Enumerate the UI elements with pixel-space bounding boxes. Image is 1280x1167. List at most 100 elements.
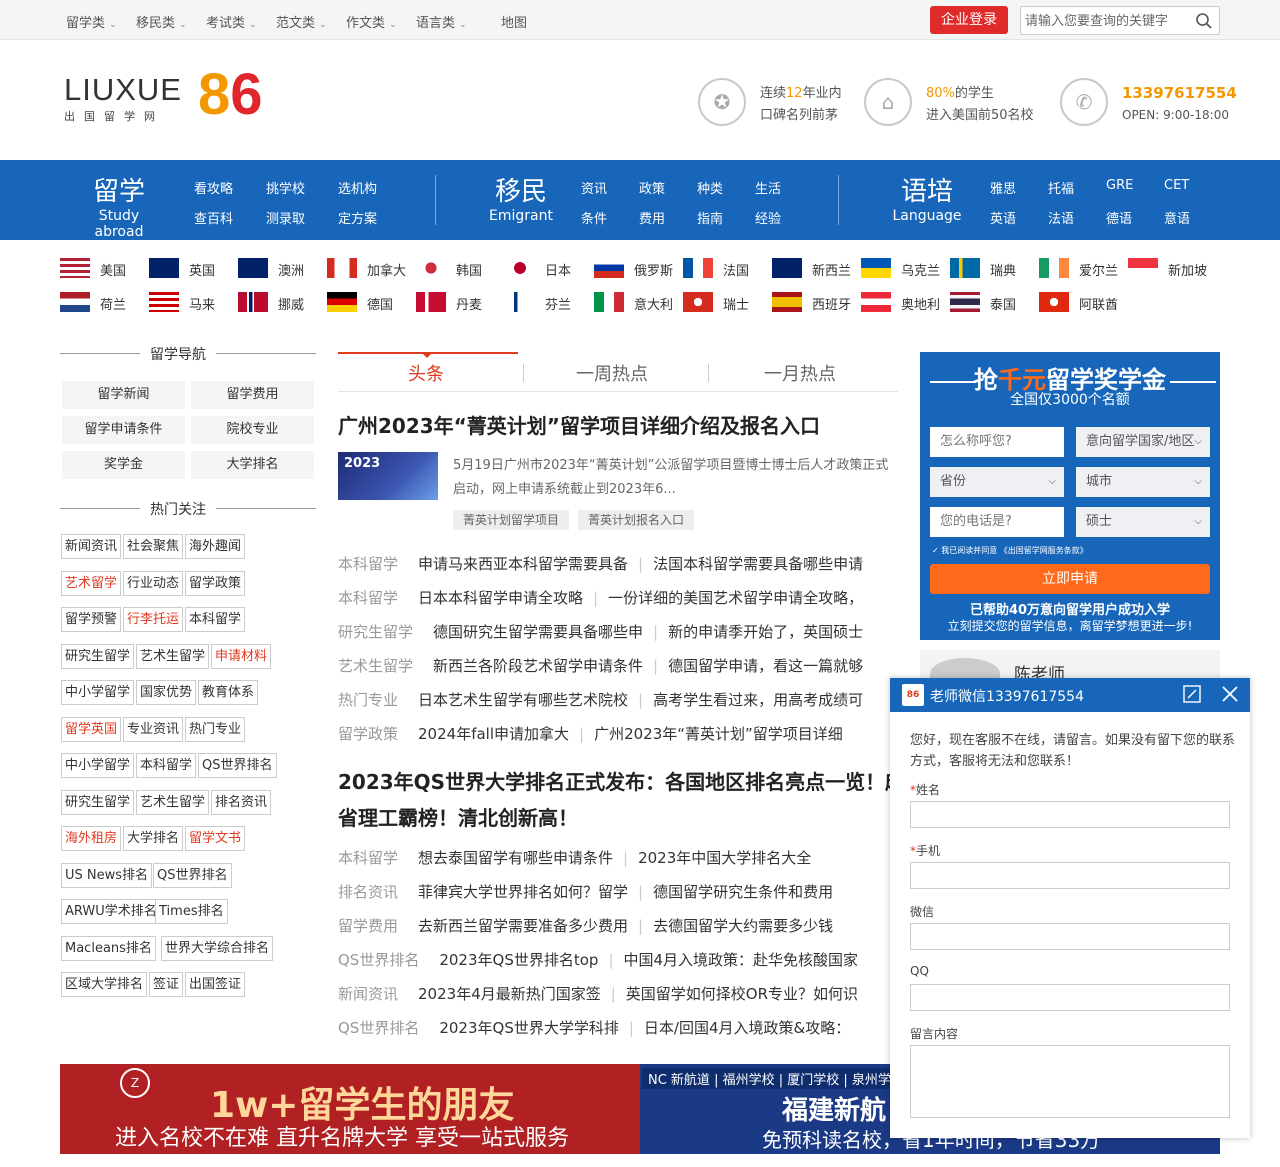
hot-tag[interactable]: 研究生留学 <box>61 644 135 669</box>
nav-link[interactable]: 经验 <box>755 208 781 227</box>
hot-tag[interactable]: 教育体系 <box>198 680 259 705</box>
chat-qq-input[interactable] <box>910 984 1230 1011</box>
nav-link[interactable]: 种类 <box>697 178 723 197</box>
nav-link[interactable]: 雅思 <box>990 178 1016 197</box>
country-link[interactable]: 丹麦 <box>416 292 502 314</box>
country-link[interactable]: 奥地利 <box>861 292 947 314</box>
news-link[interactable]: 去新西兰留学需要准备多少费用 <box>418 917 628 935</box>
country-link[interactable]: 爱尔兰 <box>1039 258 1125 280</box>
news-link[interactable]: 广州2023年“菁英计划”留学项目详细 <box>594 725 843 743</box>
hot-tag[interactable]: 留学文书 <box>185 826 246 851</box>
news-link[interactable]: 想去泰国留学有哪些申请条件 <box>418 849 613 867</box>
chat-phone-input[interactable] <box>910 862 1230 889</box>
hot-tag[interactable]: 艺术生留学 <box>136 644 210 669</box>
hot-tag[interactable]: ARWU学术排名 <box>61 899 161 924</box>
nav-link[interactable]: 资讯 <box>581 178 607 197</box>
nav-exam[interactable]: 考试类 ⌄ <box>206 12 257 31</box>
country-link[interactable]: 挪威 <box>238 292 324 314</box>
nav-link[interactable]: 意语 <box>1164 208 1190 227</box>
headline-link[interactable]: 广州2023年“菁英计划”留学项目详细介绍及报名入口 <box>338 410 898 439</box>
tab-headlines[interactable]: 头条 <box>408 360 444 386</box>
hot-tag[interactable]: 热门专业 <box>185 717 246 742</box>
nav-link[interactable]: 托福 <box>1048 178 1074 197</box>
country-link[interactable]: 英国 <box>149 258 235 280</box>
country-link[interactable]: 加拿大 <box>327 258 413 280</box>
maximize-icon[interactable] <box>1182 684 1202 704</box>
category-emigrant[interactable]: 移民 Emigrant <box>480 176 562 224</box>
news-link[interactable]: 日本/回国4月入境政策&攻略： <box>644 1019 850 1037</box>
nav-link[interactable]: 测录取 <box>266 208 305 227</box>
headline-link[interactable]: 2023年QS世界大学排名正式发布：各国地区排名亮点一览！麻 <box>338 766 890 795</box>
country-link[interactable]: 荷兰 <box>60 292 146 314</box>
news-link[interactable]: 去德国留学大约需要多少钱 <box>653 917 833 935</box>
news-link[interactable]: 新西兰各阶段艺术留学申请条件 <box>433 657 643 675</box>
country-link[interactable]: 韩国 <box>416 258 502 280</box>
hot-tag[interactable]: 国家优势 <box>136 680 197 705</box>
nav-link[interactable]: 定方案 <box>338 208 377 227</box>
country-link[interactable]: 德国 <box>327 292 413 314</box>
news-tag[interactable]: 菁英计划报名入口 <box>578 510 695 530</box>
enterprise-login-button[interactable]: 企业登录 <box>930 6 1008 34</box>
leftnav-link[interactable]: 奖学金 <box>62 451 185 479</box>
hot-tag[interactable]: 艺术留学 <box>61 571 122 596</box>
ad-banner-left[interactable]: Z 1w+留学生的朋友 进入名校不在难 直升名牌大学 享受一站式服务 <box>60 1064 640 1154</box>
phone-number[interactable]: 13397617554 <box>1122 84 1237 102</box>
nav-language[interactable]: 语言类 ⌄ <box>416 12 467 31</box>
nav-link[interactable]: 挑学校 <box>266 178 305 197</box>
news-link[interactable]: 德国留学申请，看这一篇就够 <box>668 657 863 675</box>
news-link[interactable]: 一份详细的美国艺术留学申请全攻略， <box>608 589 863 607</box>
news-thumbnail[interactable]: 2023 <box>338 452 438 500</box>
chat-message-textarea[interactable] <box>910 1045 1230 1118</box>
news-link[interactable]: 中国4月入境政策：赴华免核酸国家 <box>624 951 859 969</box>
nav-link[interactable]: 生活 <box>755 178 781 197</box>
country-link[interactable]: 日本 <box>505 258 591 280</box>
news-link[interactable]: 申请马来西亚本科留学需要具备 <box>418 555 628 573</box>
nav-link[interactable]: 德语 <box>1106 208 1132 227</box>
nav-link[interactable]: CET <box>1164 178 1189 193</box>
leftnav-link[interactable]: 大学排名 <box>191 451 314 479</box>
category-study[interactable]: 留学 Study abroad <box>74 176 164 240</box>
news-link[interactable]: 德国研究生留学需要具备哪些申 <box>433 623 643 641</box>
hot-tag[interactable]: 排名资讯 <box>211 790 272 815</box>
news-category[interactable]: 留学费用 <box>338 915 398 936</box>
news-category[interactable]: 排名资讯 <box>338 881 398 902</box>
news-link[interactable]: 2024年fall申请加拿大 <box>418 725 569 743</box>
nav-link[interactable]: 英语 <box>990 208 1016 227</box>
news-category[interactable]: 本科留学 <box>338 587 398 608</box>
hot-tag[interactable]: 艺术生留学 <box>136 790 210 815</box>
search-icon[interactable] <box>1195 12 1213 30</box>
nav-link[interactable]: 指南 <box>697 208 723 227</box>
nav-study[interactable]: 留学类 ⌄ <box>66 12 117 31</box>
hot-tag[interactable]: 行李托运 <box>123 607 184 632</box>
nav-link[interactable]: 查百科 <box>194 208 233 227</box>
news-link[interactable]: 日本艺术生留学有哪些艺术院校 <box>418 691 628 709</box>
hot-tag[interactable]: QS世界排名 <box>153 863 232 888</box>
nav-link[interactable]: 法语 <box>1048 208 1074 227</box>
news-category[interactable]: 留学政策 <box>338 723 398 744</box>
news-category[interactable]: 新闻资讯 <box>338 983 398 1004</box>
nav-link[interactable]: 看攻略 <box>194 178 233 197</box>
degree-select[interactable]: 硕士 ⌵ <box>1076 507 1210 537</box>
headline-link[interactable]: 省理工霸榜！清北创新高！ <box>338 802 890 831</box>
name-input[interactable]: 怎么称呼您? <box>930 427 1064 457</box>
country-link[interactable]: 马来 <box>149 292 235 314</box>
country-link[interactable]: 阿联酋 <box>1039 292 1125 314</box>
leftnav-link[interactable]: 留学申请条件 <box>62 416 185 444</box>
country-link[interactable]: 新西兰 <box>772 258 858 280</box>
nav-link[interactable]: 政策 <box>639 178 665 197</box>
hot-tag[interactable]: 本科留学 <box>136 753 197 778</box>
tab-monthly-hot[interactable]: 一月热点 <box>764 360 836 386</box>
category-language[interactable]: 语培 Language <box>884 176 970 224</box>
nav-samples[interactable]: 范文类 ⌄ <box>276 12 327 31</box>
nav-link[interactable]: 费用 <box>639 208 665 227</box>
hot-tag[interactable]: 世界大学综合排名 <box>161 936 274 961</box>
hot-tag[interactable]: 出国签证 <box>185 972 246 997</box>
news-link[interactable]: 英国留学如何择校OR专业？如何识 <box>626 985 858 1003</box>
hot-tag[interactable]: 申请材料 <box>211 644 272 669</box>
news-category[interactable]: QS世界排名 <box>338 949 419 970</box>
hot-tag[interactable]: 中小学留学 <box>61 680 135 705</box>
news-link[interactable]: 德国留学研究生条件和费用 <box>653 883 833 901</box>
agree-checkbox[interactable]: ✓ 我已阅读并同意 《出国留学网服务条款》 <box>932 545 1088 556</box>
country-link[interactable]: 法国 <box>683 258 769 280</box>
province-select[interactable]: 省份 ⌵ <box>930 467 1064 497</box>
